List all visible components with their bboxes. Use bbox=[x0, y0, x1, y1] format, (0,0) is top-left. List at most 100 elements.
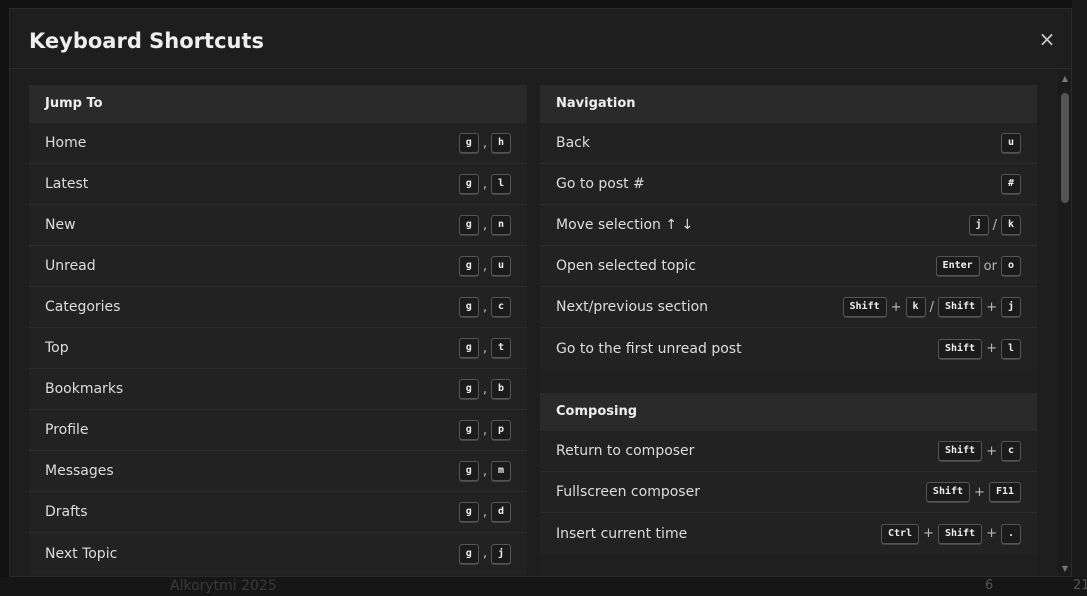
shortcut-label: Messages bbox=[45, 463, 114, 479]
shortcut-row: New g, n bbox=[29, 205, 527, 246]
key: Shift bbox=[937, 441, 983, 461]
key-separator: , bbox=[482, 463, 487, 479]
key: g bbox=[458, 297, 479, 317]
shortcut-row: Move selection ↑ ↓ j / k bbox=[540, 205, 1037, 246]
shortcut-label: Return to composer bbox=[556, 443, 695, 459]
key: Shift bbox=[937, 297, 983, 317]
key: Shift bbox=[925, 482, 971, 502]
shortcut-row: Messages g, m bbox=[29, 451, 527, 492]
composing-section: Composing Return to composer Shift + c F… bbox=[540, 393, 1037, 554]
section-title-composing: Composing bbox=[540, 393, 1037, 431]
shortcut-keys: g,h bbox=[458, 133, 511, 153]
shortcut-label: Unread bbox=[45, 258, 96, 274]
key-separator: / bbox=[929, 299, 934, 315]
key-plus: + bbox=[986, 526, 997, 541]
shortcut-row: Latest g, l bbox=[29, 164, 527, 205]
shortcut-keys: g,n bbox=[458, 215, 511, 235]
key: Shift bbox=[842, 297, 887, 317]
shortcut-keys: Enter or o bbox=[935, 256, 1021, 276]
key: k bbox=[905, 297, 926, 317]
background-view-count: 21 bbox=[1073, 578, 1087, 593]
key-separator: / bbox=[992, 217, 997, 233]
shortcut-row: Bookmarks g, b bbox=[29, 369, 527, 410]
modal-header: Keyboard Shortcuts × bbox=[10, 9, 1071, 69]
shortcut-row: Go to post # # bbox=[540, 164, 1037, 205]
scroll-down-icon[interactable]: ▼ bbox=[1061, 565, 1069, 573]
shortcut-row: Go to the first unread post Shift + l bbox=[540, 328, 1037, 369]
shortcut-label: Go to the first unread post bbox=[556, 340, 742, 357]
key: j bbox=[1000, 297, 1021, 317]
background-page-bottom bbox=[0, 577, 1087, 596]
key: c bbox=[490, 297, 511, 317]
modal-title: Keyboard Shortcuts bbox=[29, 29, 264, 53]
key: l bbox=[490, 174, 511, 194]
background-reply-count: 6 bbox=[985, 578, 994, 593]
shortcut-row: Drafts g, d bbox=[29, 492, 527, 533]
shortcut-label: Next Topic bbox=[45, 545, 118, 562]
key-separator: , bbox=[482, 340, 487, 356]
shortcut-keys: Shift + k / Shift + j bbox=[842, 297, 1021, 317]
shortcut-row: Unread g, u bbox=[29, 246, 527, 287]
key-separator: , bbox=[482, 546, 487, 561]
key: k bbox=[1000, 215, 1021, 235]
shortcut-keys: Shift + F11 bbox=[925, 482, 1021, 502]
key: Ctrl bbox=[880, 523, 920, 544]
background-page-right bbox=[1072, 0, 1087, 596]
key-plus: + bbox=[986, 443, 997, 459]
shortcut-label: Home bbox=[45, 135, 87, 151]
modal-scrollbar[interactable]: ▲ ▼ bbox=[1058, 71, 1071, 576]
shortcut-label: Insert current time bbox=[556, 525, 688, 542]
navigation-section: Navigation Back u Go to post # # Move se… bbox=[540, 85, 1037, 369]
key: g bbox=[458, 543, 479, 564]
key: g bbox=[458, 420, 479, 440]
shortcut-row: Fullscreen composer Shift + F11 bbox=[540, 472, 1037, 513]
scroll-thumb[interactable] bbox=[1061, 93, 1069, 203]
key-plus: + bbox=[986, 341, 997, 356]
key: l bbox=[1000, 338, 1021, 359]
key: g bbox=[458, 461, 479, 481]
shortcut-keys: g,p bbox=[458, 420, 511, 440]
key: g bbox=[458, 338, 479, 358]
key: j bbox=[968, 215, 989, 235]
key-separator: , bbox=[482, 381, 487, 397]
shortcut-label: Latest bbox=[45, 176, 89, 192]
shortcut-keys: Shift + l bbox=[937, 338, 1021, 359]
shortcut-row: Back u bbox=[540, 123, 1037, 164]
key-plus: + bbox=[890, 299, 902, 315]
shortcut-keys: Shift + c bbox=[937, 441, 1021, 461]
shortcut-label: New bbox=[45, 217, 76, 233]
shortcut-label: Bookmarks bbox=[45, 381, 124, 397]
key: g bbox=[458, 174, 479, 194]
key: p bbox=[490, 420, 511, 440]
jump-to-section: Jump To Home g, h Latest g, l New g, n Unread g, u C… bbox=[29, 85, 527, 576]
shortcut-label: Categories bbox=[45, 299, 121, 315]
shortcut-row: Home g, h bbox=[29, 123, 527, 164]
shortcut-keys: g,d bbox=[458, 502, 511, 522]
shortcut-label: Top bbox=[45, 340, 69, 356]
shortcut-label: Back bbox=[556, 135, 590, 151]
keyboard-shortcuts-modal: Keyboard Shortcuts × Jump To Home g, h Late… bbox=[9, 8, 1072, 577]
shortcut-row: Top g, t bbox=[29, 328, 527, 369]
scroll-up-icon[interactable]: ▲ bbox=[1061, 75, 1069, 83]
shortcut-keys: Ctrl + Shift + . bbox=[880, 523, 1021, 544]
shortcut-keys: g,b bbox=[458, 379, 511, 399]
shortcut-keys: g,u bbox=[458, 256, 511, 276]
key: Shift bbox=[937, 338, 983, 359]
key: g bbox=[458, 502, 479, 522]
key: u bbox=[490, 256, 511, 276]
key: m bbox=[490, 461, 511, 481]
key-plus: + bbox=[923, 526, 934, 541]
shortcut-keys: j / k bbox=[968, 215, 1021, 235]
shortcut-row: Next Topic g, j bbox=[29, 533, 527, 574]
shortcut-row: Open selected topic Enter or o bbox=[540, 246, 1037, 287]
shortcut-row: Return to composer Shift + c bbox=[540, 431, 1037, 472]
key-separator: , bbox=[482, 299, 487, 315]
shortcut-keys: g,t bbox=[458, 338, 511, 358]
shortcut-label: Open selected topic bbox=[556, 258, 696, 274]
key: # bbox=[1000, 174, 1021, 194]
key: t bbox=[490, 338, 511, 358]
shortcut-keys: g,c bbox=[458, 297, 511, 317]
key-separator: , bbox=[482, 135, 487, 151]
close-icon[interactable]: × bbox=[1037, 29, 1057, 49]
key: d bbox=[490, 502, 511, 522]
